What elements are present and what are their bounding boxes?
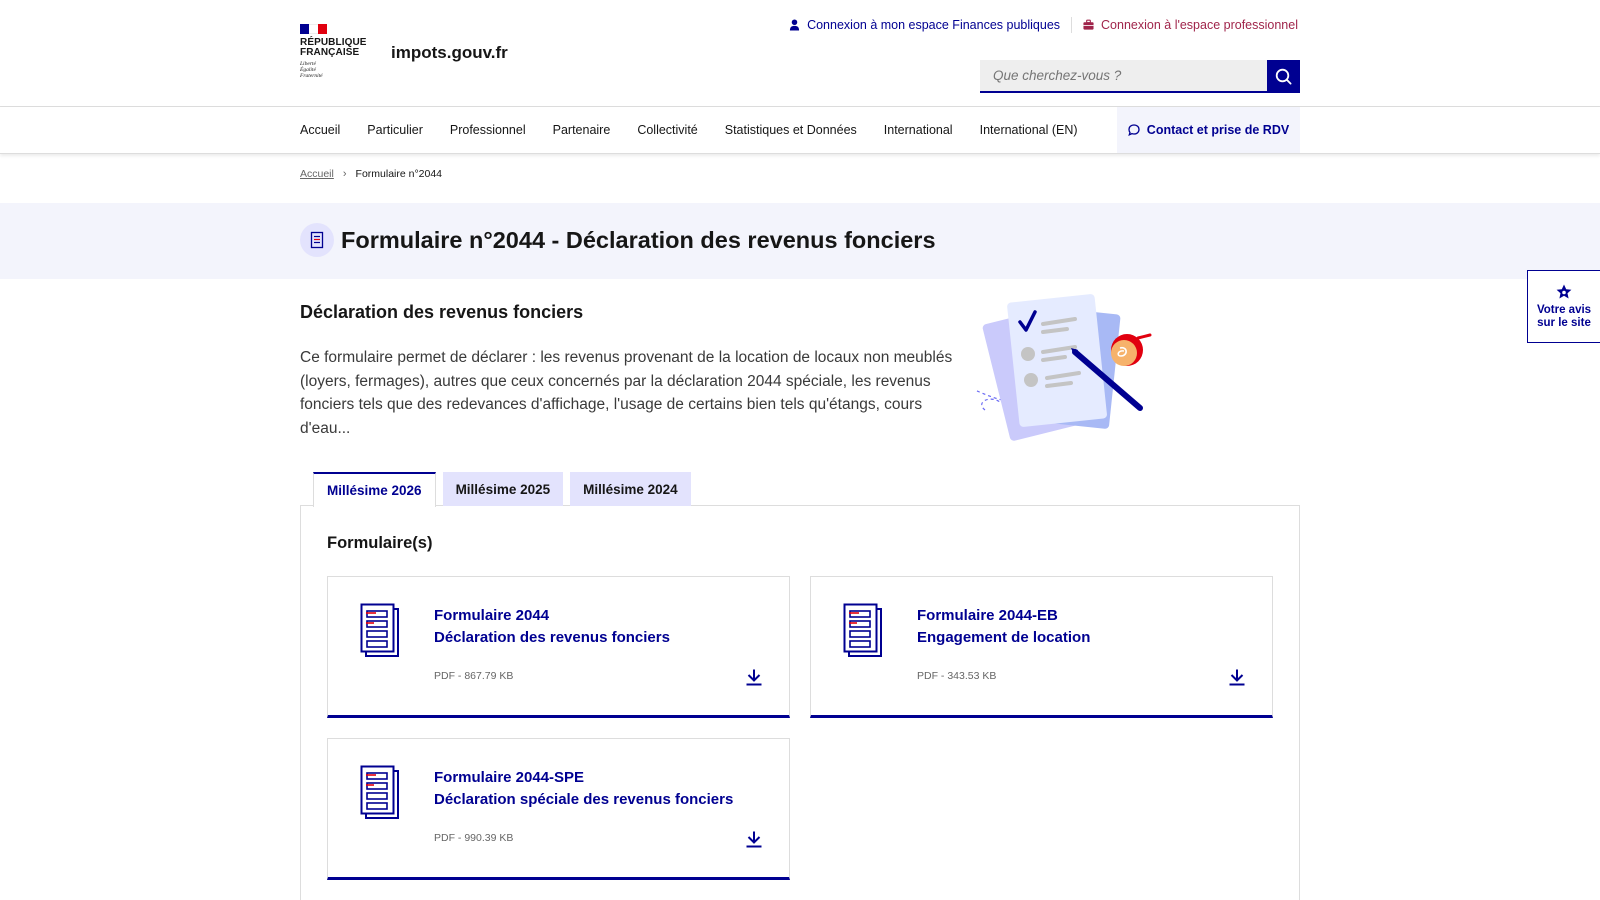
form-card-code: Formulaire 2044-SPE [434,769,585,786]
main-navigation: Accueil Particulier Professionnel Parten… [0,107,1600,154]
feedback-label-line2: sur le site [1537,317,1591,329]
pdf-document-icon [843,603,882,657]
contact-rdv-button[interactable]: Contact et prise de RDV [1117,107,1300,153]
search-icon [1275,68,1292,85]
site-name[interactable]: impots.gouv.fr [391,43,508,63]
form-card-name: Engagement de location [917,628,1091,646]
form-card-2044[interactable]: Formulaire 2044 Déclaration des revenus … [327,576,790,718]
nav-item-statistiques[interactable]: Statistiques et Données [725,123,857,137]
french-flag-icon [300,24,327,34]
search-button[interactable] [1267,60,1300,93]
feedback-label-line1: Votre avis [1536,304,1592,316]
chevron-right-icon: › [342,168,347,180]
nav-item-professionnel[interactable]: Professionnel [450,123,526,137]
form-card-2044-spe[interactable]: Formulaire 2044-SPE Déclaration spéciale… [327,738,790,880]
user-icon [789,19,800,31]
form-card-file-info: PDF - 867.79 KB [434,670,514,682]
document-icon [300,223,334,257]
connexion-pro-label: Connexion à l'espace professionnel [1101,18,1298,32]
download-icon[interactable] [745,668,763,686]
tab-millesime-2024[interactable]: Millésime 2024 [570,472,691,506]
form-card-file-info: PDF - 990.39 KB [434,832,514,844]
download-icon[interactable] [1228,668,1246,686]
breadcrumb-current: Formulaire n°2044 [355,168,443,180]
nav-item-particulier[interactable]: Particulier [367,123,423,137]
contact-rdv-label: Contact et prise de RDV [1146,123,1290,137]
form-card-title: Formulaire 2044-SPE Déclaration spéciale… [434,767,733,810]
form-card-code: Formulaire 2044-EB [917,607,1058,624]
intro-paragraph: Ce formulaire permet de déclarer : les r… [300,349,953,437]
nav-item-accueil[interactable]: Accueil [300,123,340,137]
form-card-title: Formulaire 2044-EB Engagement de locatio… [917,605,1090,648]
pdf-document-icon [360,603,399,657]
form-card-file-info: PDF - 343.53 KB [917,670,997,682]
feedback-button[interactable]: Votre avis sur le site [1527,270,1600,343]
page-title: Formulaire n°2044 - Déclaration des reve… [341,227,936,253]
section-heading: Déclaration des revenus fonciers [300,302,584,322]
form-card-name: Déclaration des revenus fonciers [434,628,670,646]
pdf-document-icon [360,765,399,819]
nav-item-international-en[interactable]: International (EN) [980,123,1078,137]
chat-bubble-icon [1128,124,1140,136]
nav-item-collectivite[interactable]: Collectivité [637,123,697,137]
form-card-title: Formulaire 2044 Déclaration des revenus … [434,605,670,648]
form-card-name: Déclaration spéciale des revenus foncier… [434,790,734,808]
form-card-2044-eb[interactable]: Formulaire 2044-EB Engagement de locatio… [810,576,1273,718]
tab-millesime-2026[interactable]: Millésime 2026 [313,472,436,507]
breadcrumb: Accueil › Formulaire n°2044 [300,168,442,180]
nav-item-international[interactable]: International [884,123,953,137]
tab-millesime-2025[interactable]: Millésime 2025 [442,472,564,506]
logo-text-line2: FRANÇAISE [300,47,360,58]
links-divider [1071,17,1073,33]
breadcrumb-home-link[interactable]: Accueil [300,168,334,180]
header-quick-links: Connexion à mon espace Finances publique… [789,17,1298,33]
connexion-particulier-label: Connexion à mon espace Finances publique… [807,18,1061,32]
site-header: RÉPUBLIQUE FRANÇAISE Liberté Égalité Fra… [0,0,1600,107]
nav-item-partenaire[interactable]: Partenaire [553,123,611,137]
search-bar [980,60,1300,93]
star-icon [1556,284,1572,299]
forms-heading: Formulaire(s) [327,534,433,552]
motto-line3: Fraternité [300,73,323,79]
form-illustration [975,294,1152,441]
connexion-pro-link[interactable]: Connexion à l'espace professionnel [1083,18,1298,32]
form-card-code: Formulaire 2044 [434,607,550,624]
millesime-tabs: Millésime 2026 Millésime 2025 Millésime … [313,472,691,507]
briefcase-icon [1083,19,1094,30]
search-input[interactable] [980,60,1267,93]
download-icon[interactable] [745,830,763,848]
republique-francaise-logo[interactable]: RÉPUBLIQUE FRANÇAISE Liberté Égalité Fra… [300,24,370,79]
connexion-particulier-link[interactable]: Connexion à mon espace Finances publique… [789,18,1060,32]
